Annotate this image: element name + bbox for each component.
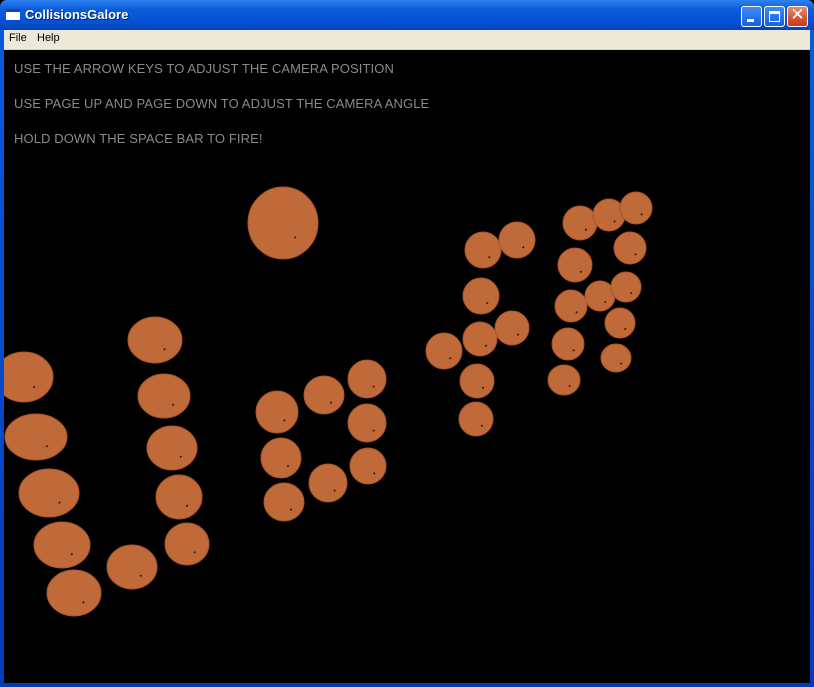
ball [164,522,210,566]
ball-texture-speck [58,501,61,504]
ball [494,310,530,346]
ball-texture-speck [484,344,487,347]
ball [155,474,203,520]
ball-texture-speck [584,228,587,231]
ball [4,413,68,461]
game-viewport[interactable]: USE THE ARROW KEYS TO ADJUST THE CAMERA … [4,50,810,683]
ball [347,403,387,443]
ball-texture-speck [604,301,607,303]
ball-texture-speck [575,311,578,314]
ball-texture-speck [480,424,483,427]
ball [600,343,632,373]
ball-texture-speck [193,551,196,554]
ball-texture-speck [290,508,292,511]
ball [303,375,345,415]
ball [619,191,653,225]
ball-texture-speck [283,419,286,422]
menu-file[interactable]: File [9,32,27,44]
ball [308,463,348,503]
ball [46,569,102,617]
ball-texture-speck [373,472,376,475]
ball [33,521,91,569]
ball [349,447,387,485]
ball [557,247,593,283]
ball [4,351,54,403]
ball-texture-speck [372,429,375,432]
ball [554,289,588,323]
ball [247,186,319,260]
ball-texture-speck [624,328,627,330]
minimize-button[interactable] [741,6,762,27]
scene-canvas [4,186,653,617]
ball-texture-speck [333,489,336,492]
ball [462,321,498,357]
ball-texture-speck [634,253,637,256]
ball [106,544,158,590]
ball-texture-speck [33,386,36,388]
ball-texture-speck [620,362,623,365]
ball-texture-speck [613,220,616,223]
ball-texture-speck [572,349,575,352]
ball [263,482,305,522]
ball [562,205,598,241]
ball-texture-speck [294,236,297,239]
ball [551,327,585,361]
app-window-icon [6,9,20,20]
ball-texture-speck [372,385,375,388]
ball [347,359,387,399]
ball-texture-speck [45,445,48,448]
ball [425,332,463,370]
ball-texture-speck [486,302,489,305]
menu-help[interactable]: Help [37,32,60,44]
ball-texture-speck [82,601,85,604]
maximize-button[interactable] [764,6,785,27]
app-window: CollisionsGalore ✕ File Help USE THE ARR… [0,0,814,687]
title-bar[interactable]: CollisionsGalore ✕ [0,0,814,30]
ball-texture-speck [449,357,452,360]
close-button[interactable]: ✕ [787,5,808,27]
ball-texture-speck [172,403,175,406]
window-title: CollisionsGalore [25,7,129,22]
minimize-icon [747,19,754,22]
ball [464,231,502,269]
ball [610,271,642,303]
ball-texture-speck [70,553,73,556]
ball-texture-speck [640,213,643,216]
menu-bar: File Help [4,30,810,50]
ball [462,277,500,315]
ball [18,468,80,518]
ball-texture-speck [481,386,484,389]
ball-texture-speck [287,465,289,467]
ball [613,231,647,265]
ball [137,373,191,419]
ball-texture-speck [186,504,189,507]
ball [459,363,495,399]
ball [547,364,581,396]
ball [260,437,302,479]
maximize-icon [769,11,780,22]
ball-texture-speck [516,333,519,336]
ball [604,307,636,339]
close-icon: ✕ [790,5,805,25]
ball-texture-speck [568,385,571,387]
ball-texture-speck [579,270,582,273]
ball-texture-speck [163,348,166,351]
ball-texture-speck [488,256,491,259]
ball-texture-speck [522,246,525,249]
ball [255,390,299,434]
ball [146,425,198,471]
ball [584,280,616,312]
ball-texture-speck [179,455,182,458]
ball [127,316,183,364]
ball-texture-speck [139,574,142,577]
ball [458,401,494,437]
ball-texture-speck [330,401,332,404]
ball [498,221,536,259]
ball-texture-speck [630,292,633,294]
